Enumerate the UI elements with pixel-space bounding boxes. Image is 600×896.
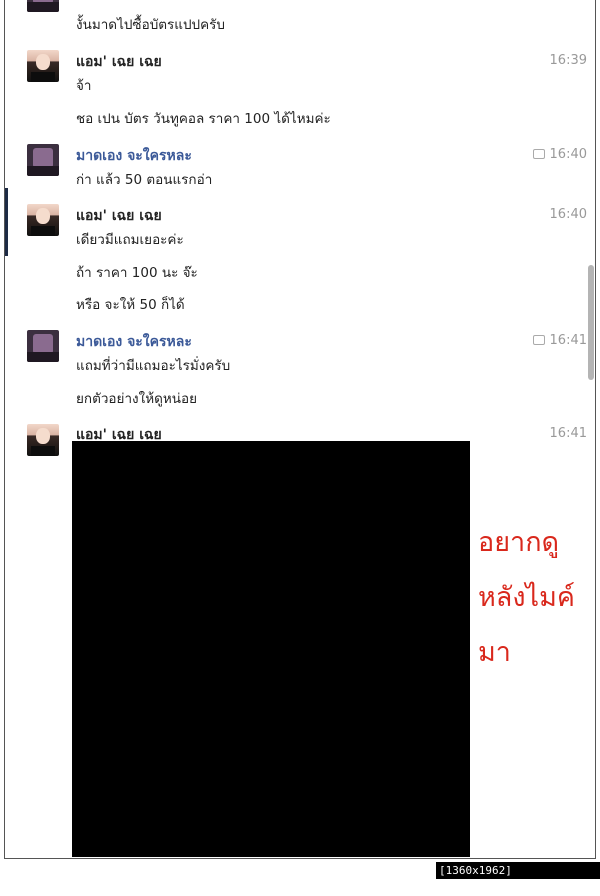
message-time-label: 16:40 xyxy=(549,147,587,162)
sender-name[interactable]: แอม' เฉย เฉย xyxy=(76,205,162,227)
scrollbar-thumb[interactable] xyxy=(588,265,594,380)
message-time-label: 16:41 xyxy=(549,333,587,348)
redacted-image[interactable] xyxy=(72,441,470,857)
chat-conversation: งั้นมาดไปซื้อบัตรแปปครับ แอม' เฉย เฉย 16… xyxy=(4,0,596,859)
active-indicator xyxy=(5,188,8,256)
message-time: 16:40 xyxy=(532,147,587,162)
avatar[interactable] xyxy=(27,204,59,236)
avatar[interactable] xyxy=(27,50,59,82)
avatar[interactable] xyxy=(27,0,59,12)
avatar[interactable] xyxy=(27,424,59,456)
annotation-text: มา xyxy=(478,637,511,668)
image-footer: [1360x1962] http://upic.me/ xyxy=(436,862,600,894)
message-text: ชอ เปน บัตร วันทูคอล ราคา 100 ได้ไหมค่ะ xyxy=(76,111,331,127)
message-text: ถ้า ราคา 100 นะ จ๊ะ xyxy=(76,265,198,281)
message-text: ยกตัวอย่างให้ดูหน่อย xyxy=(76,391,198,407)
message-text: ก่า แล้ว 50 ตอนแรกอ่า xyxy=(76,172,213,188)
message-time: 16:40 xyxy=(549,207,587,222)
avatar[interactable] xyxy=(27,144,59,176)
message-text: จ้า xyxy=(76,78,92,94)
sender-name[interactable]: มาดเอง จะใครหละ xyxy=(76,331,192,353)
annotation-text: หลังไมค์ xyxy=(478,582,575,613)
message-time: 16:41 xyxy=(549,426,587,441)
message-text: แถมที่ว่ามีแถมอะไรมั่งครับ xyxy=(76,358,231,374)
message-text: เดียวมีแถมเยอะค่ะ xyxy=(76,232,184,248)
reply-icon[interactable] xyxy=(532,148,545,159)
message-text: งั้นมาดไปซื้อบัตรแปปครับ xyxy=(76,17,225,33)
avatar[interactable] xyxy=(27,330,59,362)
message-time: 16:41 xyxy=(532,333,587,348)
reply-icon[interactable] xyxy=(532,334,545,345)
sender-name[interactable]: มาดเอง จะใครหละ xyxy=(76,145,192,167)
sender-name[interactable]: แอม' เฉย เฉย xyxy=(76,51,162,73)
message-text: หรือ จะให้ 50 ก็ได้ xyxy=(76,297,185,313)
message-time: 16:39 xyxy=(549,53,587,68)
annotation-text: อยากดู xyxy=(478,527,560,558)
